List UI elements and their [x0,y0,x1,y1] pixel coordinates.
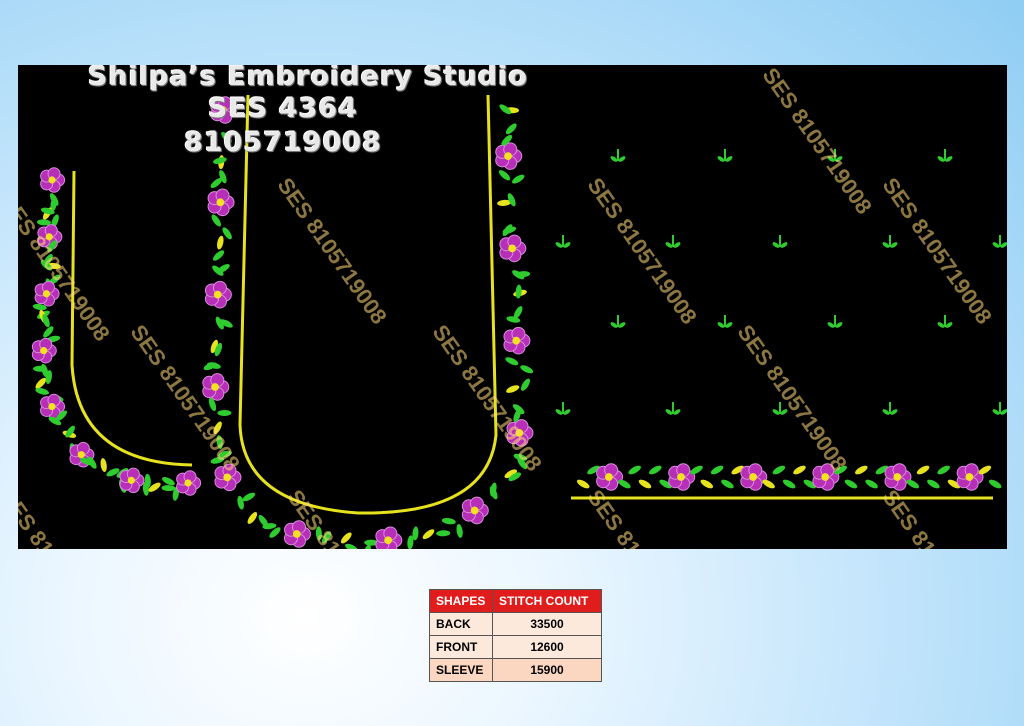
leaf-motif [772,465,786,475]
leaf-motif [855,465,868,475]
sprig-motif [610,315,626,328]
leaf-motif [436,530,451,537]
leaf-motif [213,250,225,261]
stitch-count-table: SHAPES STITCH COUNT BACK 33500 FRONT 126… [429,589,602,682]
table-row: SLEEVE 15900 [429,658,602,682]
stitch-count: 15900 [492,658,602,682]
flower-motif [956,463,984,491]
leaf-motif [441,517,456,525]
sprig-motif [665,402,681,415]
leaf-motif [489,486,498,500]
leaf-motif [721,479,734,489]
flower-motif [740,463,768,491]
leaf-motif [988,479,1002,489]
stitch-count: 33500 [492,612,602,636]
stitch-count: 12600 [492,635,602,659]
sprig-motif [555,235,571,248]
leaf-motif [515,284,522,299]
sprig-motif [665,235,681,248]
leaf-motif [247,512,258,524]
flower-motif [119,467,145,494]
design-code: SES 4364 [208,93,358,124]
phone-number: 8105719008 [184,127,382,158]
flower-motif [204,280,232,309]
leaf-motif [916,465,930,475]
embroidery-design-panel: SES 8105719008 SES 8105719008 SES 810571… [18,65,1007,549]
leaf-motif [506,385,520,393]
sprig-motif [882,235,898,248]
sprig-motif [717,315,733,328]
leaf-motif [844,479,858,489]
leaf-motif [927,479,940,489]
flower-motif [503,326,531,355]
leaf-motif [628,465,641,475]
studio-title: Shilpa’s Embroidery Studio [87,65,529,92]
leaf-motif [242,492,256,502]
leaf-motif [937,465,950,475]
shape-name: SLEEVE [429,658,493,682]
leaf-motif [520,378,530,391]
flower-motif [207,188,235,217]
flower-motif [499,234,527,263]
table-row: FRONT 12600 [429,635,602,659]
shapes-header: SHAPES [429,589,493,613]
sprig-motif [937,315,953,328]
sprig-motif [610,149,626,162]
leaf-motif [520,365,534,374]
flower-motif [375,526,403,549]
leaf-motif [710,465,724,475]
sprig-motif [772,235,788,248]
leaf-motif [217,409,232,416]
leaf-motif [649,465,662,475]
sprig-motif [717,149,733,162]
leaf-motif [782,479,796,489]
leaf-motif [100,458,107,472]
leaf-motif [505,357,519,366]
leaf-motif [638,479,652,489]
leaf-motif [161,485,176,492]
leaf-motif [498,170,511,181]
flower-motif [176,470,202,496]
leaf-motif [793,465,806,475]
leaf-motif [456,524,463,538]
shape-name: FRONT [429,635,493,659]
sprig-motif [827,315,843,328]
leaf-motif [700,479,714,489]
leaf-motif [865,479,878,489]
sprig-motif [937,149,953,162]
leaf-motif [422,529,435,540]
table-header-row: SHAPES STITCH COUNT [429,589,602,613]
sprig-motif [555,402,571,415]
table-row: BACK 33500 [429,612,602,636]
flower-motif [461,496,489,525]
leaf-motif [576,479,590,489]
leaf-motif [512,174,525,184]
flower-motif [202,373,230,401]
leaf-motif [217,235,224,250]
shape-name: BACK [429,612,493,636]
sprig-motif [992,235,1007,248]
flower-motif [668,463,696,491]
stitch-count-header: STITCH COUNT [492,589,602,613]
flower-motif [40,167,66,193]
sprig-motif [882,402,898,415]
sprig-motif [992,402,1007,415]
